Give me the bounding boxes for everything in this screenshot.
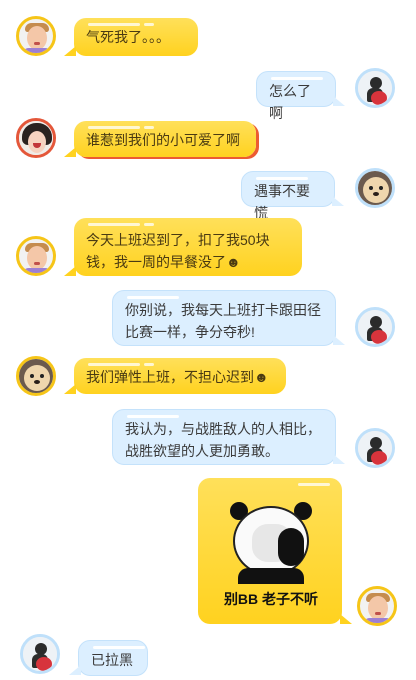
avatar-dog-icon[interactable] [355,168,395,208]
message-bubble[interactable]: 你别说，我每天上班打卡跟田径比赛一样，争分夺秒! [112,290,345,346]
message-text: 遇事不要慌 [254,183,310,221]
message-text: 谁惹到我们的小可爱了啊 [86,132,240,148]
avatar-figure-icon[interactable] [355,307,395,347]
avatar-figure-icon[interactable] [355,68,395,108]
message-bubble[interactable]: 遇事不要慌 [241,171,344,221]
avatar-boy-icon[interactable] [16,16,56,56]
sticker-bubble[interactable]: 别BB 老子不听 [198,478,352,624]
message-bubble[interactable]: 今天上班迟到了，扣了我50块钱，我一周的早餐没了☻ [64,218,302,276]
sticker-caption: 别BB 老子不听 [223,591,319,607]
message-text: 你别说，我每天上班打卡跟田径比赛一样，争分夺秒! [125,302,321,340]
message-bubble[interactable]: 已拉黑 [69,640,148,676]
message-bubble[interactable]: 我们弹性上班，不担心迟到☻ [64,358,286,394]
message-text: 气死我了。。。 [86,29,170,45]
avatar-boy-icon[interactable] [357,586,397,626]
avatar-figure-icon[interactable] [355,428,395,468]
avatar-girl-icon[interactable] [16,118,56,158]
panda-meme-icon: 别BB 老子不听 [216,496,326,614]
message-text: 怎么了啊 [269,83,311,121]
chat-window: 气死我了。。。 怎么了啊 谁惹到我们的小可爱了啊 遇事不要慌 今天上班迟到了，扣… [0,0,416,680]
avatar-boy-icon[interactable] [16,236,56,276]
message-text: 我们弹性上班，不担心迟到☻ [86,369,269,385]
message-bubble[interactable]: 怎么了啊 [256,71,345,121]
message-text: 今天上班迟到了，扣了我50块钱，我一周的早餐没了☻ [86,232,270,270]
message-bubble[interactable]: 谁惹到我们的小可爱了啊 [64,121,256,157]
avatar-figure-icon[interactable] [20,634,60,674]
message-text: 已拉黑 [91,652,133,668]
message-text: 我认为，与战胜敌人的人相比，战胜欲望的人更加勇敢。 [125,421,321,459]
message-bubble[interactable]: 气死我了。。。 [64,18,198,56]
avatar-dog-icon[interactable] [16,356,56,396]
message-bubble[interactable]: 我认为，与战胜敌人的人相比，战胜欲望的人更加勇敢。 [112,409,345,465]
